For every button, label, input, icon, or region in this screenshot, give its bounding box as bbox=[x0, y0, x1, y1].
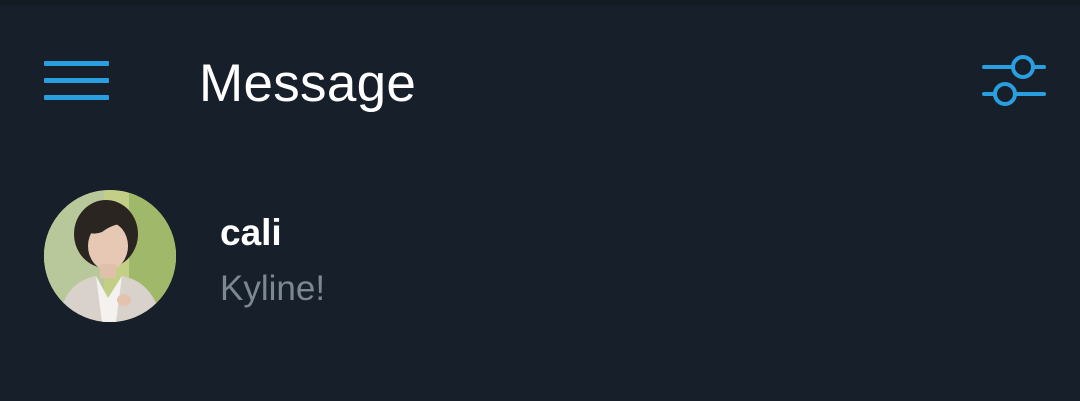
contact-name: cali bbox=[220, 212, 282, 253]
page-title: Message bbox=[199, 54, 417, 113]
avatar[interactable] bbox=[44, 190, 176, 322]
last-message-preview: Kyline! bbox=[220, 269, 326, 308]
profile-photo bbox=[44, 190, 176, 322]
filter-button[interactable] bbox=[978, 53, 1050, 117]
menu-button[interactable] bbox=[40, 57, 112, 107]
sliders-filter-icon bbox=[982, 55, 1046, 106]
conversation-item[interactable]: cali Kyline! bbox=[0, 178, 1080, 338]
hamburger-menu-icon bbox=[44, 61, 109, 100]
app-bar: Message bbox=[0, 5, 1080, 155]
